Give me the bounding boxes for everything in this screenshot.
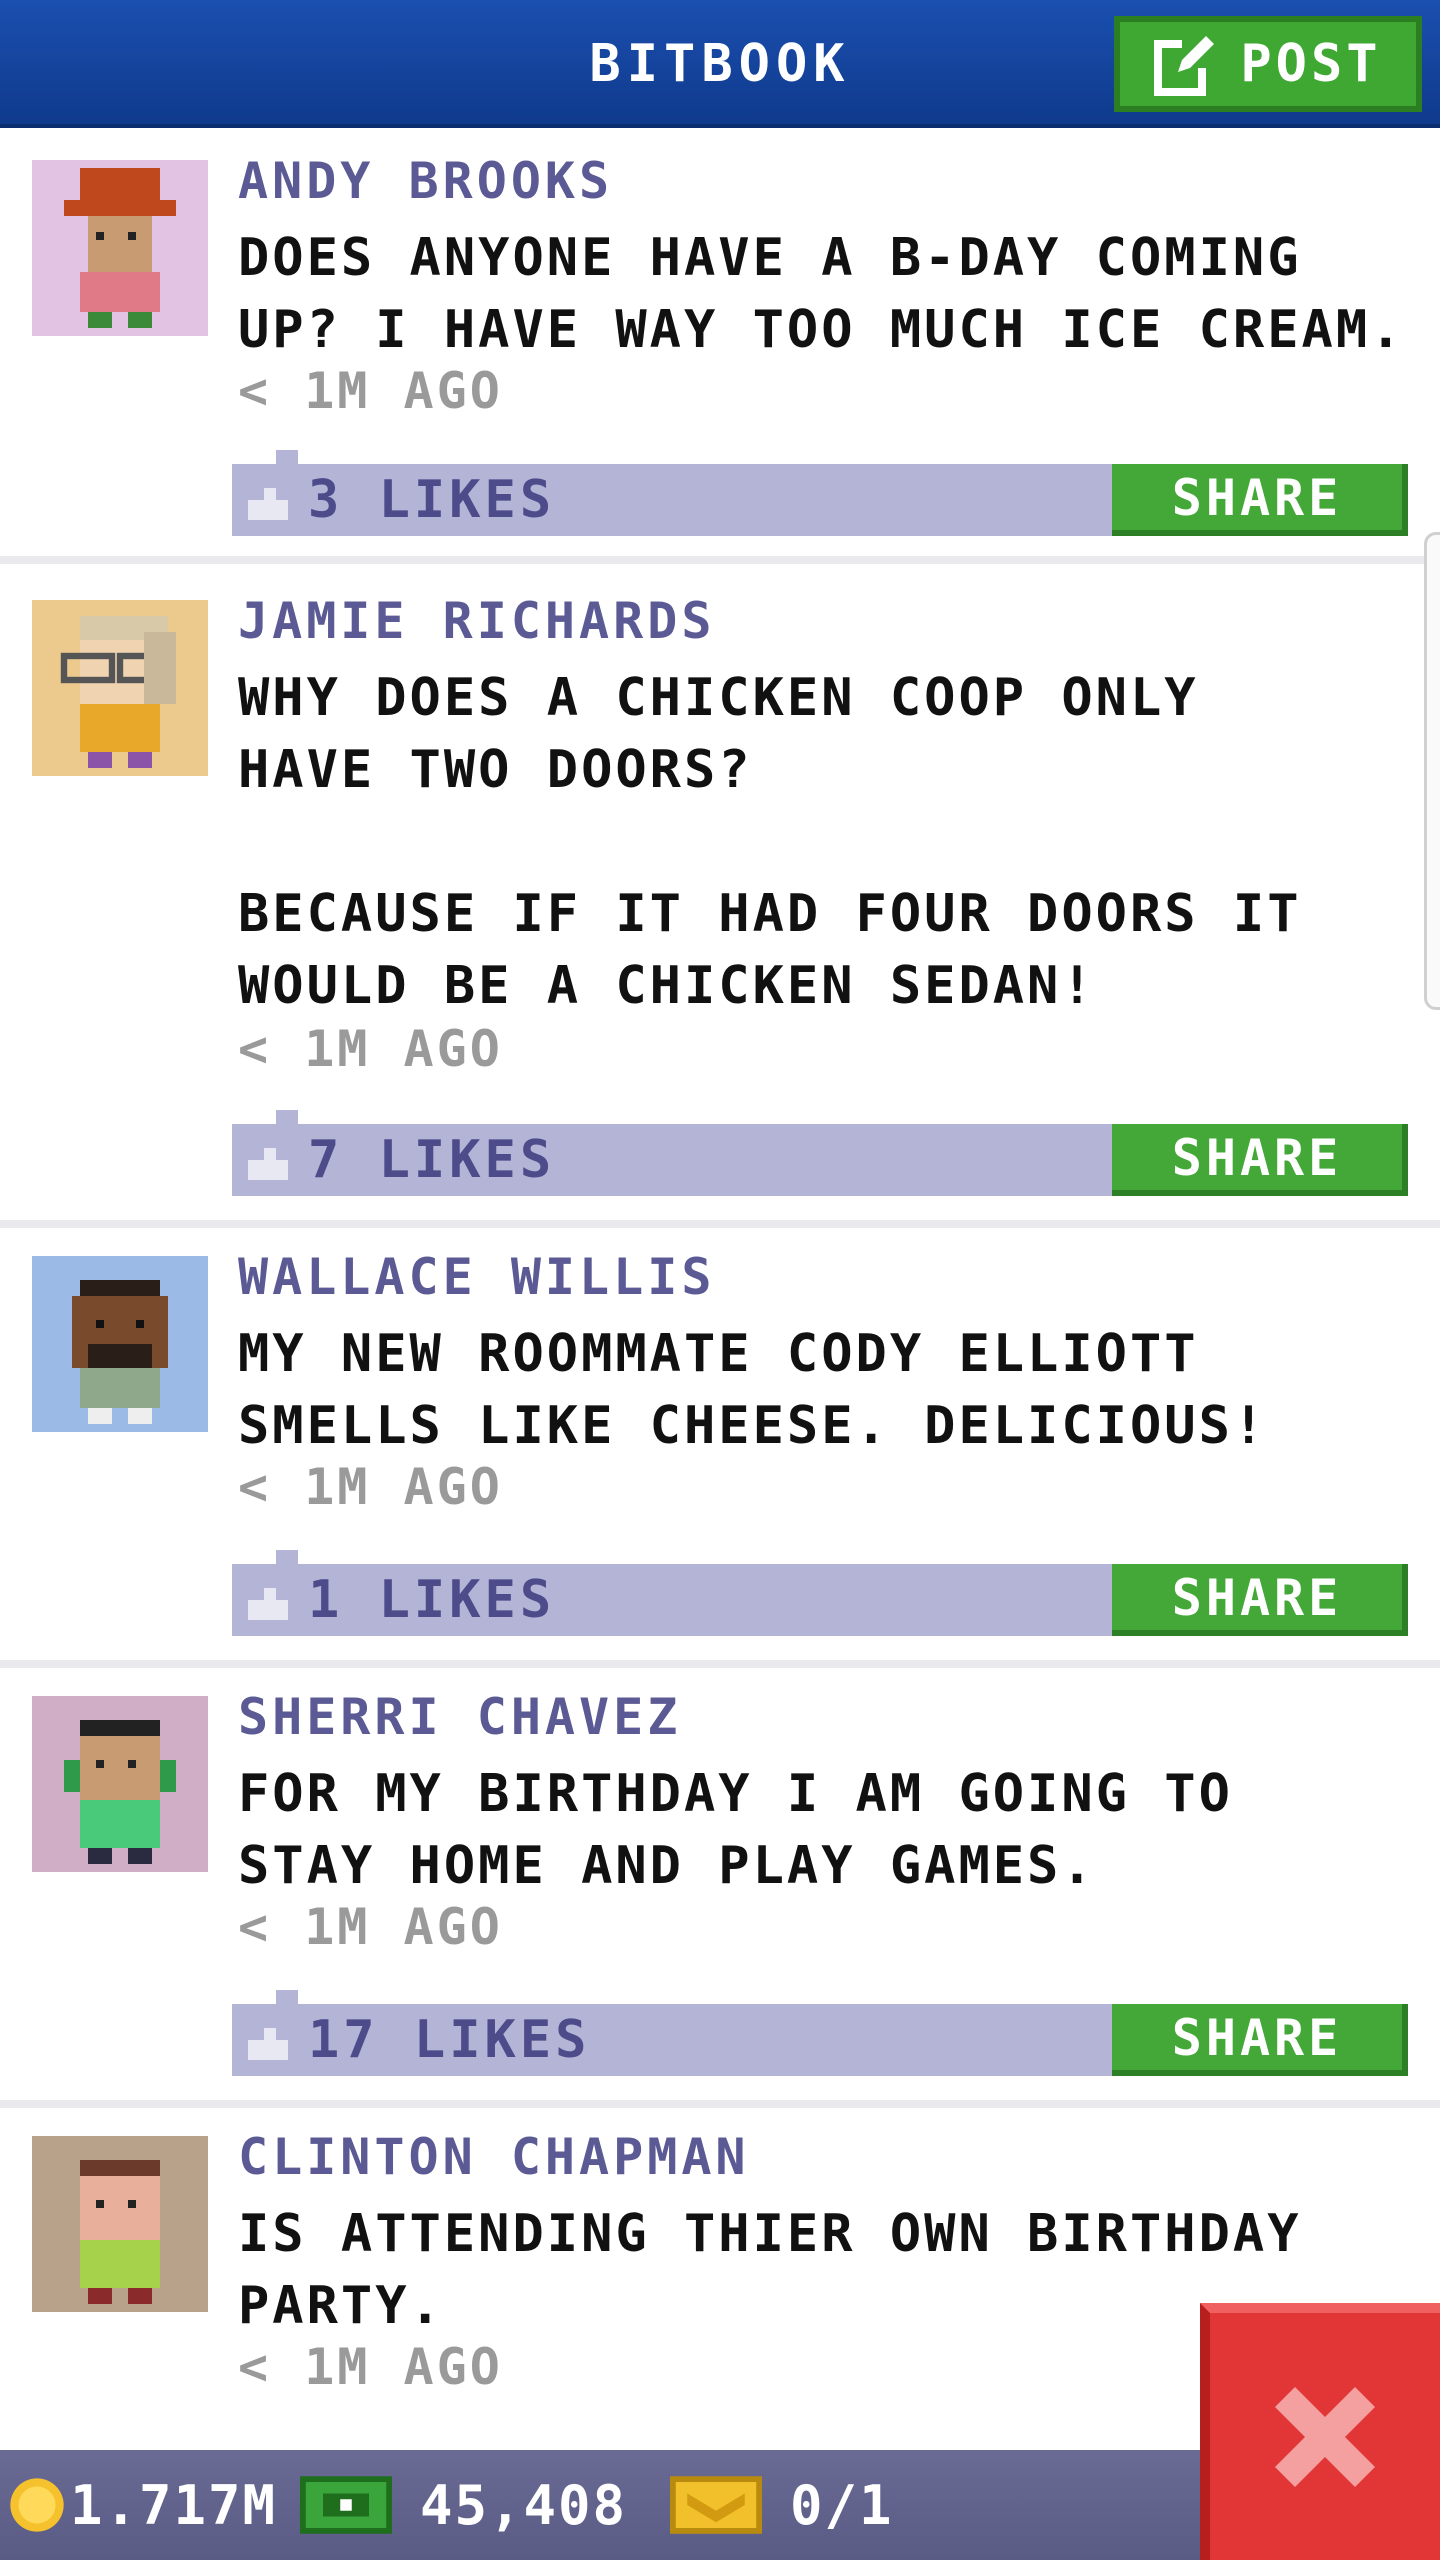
avatar[interactable]: [32, 160, 208, 336]
likes-bar: 1 LIKES SHARE: [232, 1550, 1408, 1636]
share-button[interactable]: SHARE: [1112, 1124, 1408, 1196]
bux-display: 45,408: [300, 2450, 627, 2560]
post-button[interactable]: POST: [1114, 16, 1422, 112]
post-author[interactable]: CLINTON CHAPMAN: [238, 2128, 750, 2186]
post-time: < 1M AGO: [238, 1898, 503, 1956]
avatar[interactable]: [32, 1696, 208, 1872]
avatar-andy-brooks: [32, 160, 208, 336]
post-item: ANDY BROOKS DOES ANYONE HAVE A B-DAY COM…: [0, 132, 1440, 564]
likes-count: 17 LIKES: [308, 2010, 591, 2070]
post-item: SHERRI CHAVEZ FOR MY BIRTHDAY I AM GOING…: [0, 1668, 1440, 2108]
thumbs-up-icon[interactable]: [244, 2024, 292, 2060]
avatar-jamie-richards: [32, 600, 208, 776]
likes-count: 1 LIKES: [308, 1570, 556, 1630]
post-author[interactable]: SHERRI CHAVEZ: [238, 1688, 681, 1746]
avatar-wallace-willis: [32, 1256, 208, 1432]
post-message: DOES ANYONE HAVE A B-DAY COMING UP? I HA…: [238, 228, 1405, 360]
coins-display: 1.717M: [8, 2450, 277, 2560]
thumbs-up-icon[interactable]: [244, 484, 292, 520]
post-message: WHY DOES A CHICKEN COOP ONLY HAVE TWO DO…: [238, 668, 1302, 1016]
thumbs-up-icon[interactable]: [244, 1584, 292, 1620]
coin-icon: [10, 2478, 64, 2532]
post-time: < 1M AGO: [238, 362, 503, 420]
post-message: FOR MY BIRTHDAY I AM GOING TO STAY HOME …: [238, 1764, 1233, 1896]
likes-bar: 17 LIKES SHARE: [232, 1990, 1408, 2076]
post-message: MY NEW ROOMMATE CODY ELLIOTT SMELLS LIKE…: [238, 1324, 1268, 1456]
post-author[interactable]: ANDY BROOKS: [238, 152, 613, 210]
likes-bar: 3 LIKES SHARE: [232, 450, 1408, 536]
likes-bar-tab: [276, 450, 298, 464]
edit-icon: [1154, 32, 1218, 96]
post-author[interactable]: WALLACE WILLIS: [238, 1248, 715, 1306]
post-button-label: POST: [1240, 34, 1382, 94]
likes-bar-tab: [276, 1110, 298, 1124]
bux-icon: [300, 2476, 392, 2534]
post-time: < 1M AGO: [238, 2338, 503, 2396]
post-item: WALLACE WILLIS MY NEW ROOMMATE CODY ELLI…: [0, 1228, 1440, 1668]
avatar[interactable]: [32, 2136, 208, 2312]
scroll-indicator[interactable]: [1424, 532, 1440, 1010]
post-item: JAMIE RICHARDS WHY DOES A CHICKEN COOP O…: [0, 572, 1440, 1228]
post-time: < 1M AGO: [238, 1458, 503, 1516]
coins-value: 1.717M: [70, 2473, 278, 2537]
close-button[interactable]: [1200, 2303, 1440, 2560]
likes-bar-tab: [276, 1990, 298, 2004]
close-icon: [1275, 2386, 1375, 2487]
tickets-display: 0/1: [670, 2450, 894, 2560]
share-button[interactable]: SHARE: [1112, 464, 1408, 536]
avatar[interactable]: [32, 600, 208, 776]
feed[interactable]: ANDY BROOKS DOES ANYONE HAVE A B-DAY COM…: [0, 132, 1440, 2450]
avatar-sherri-chavez: [32, 1696, 208, 1872]
share-button[interactable]: SHARE: [1112, 1564, 1408, 1636]
ticket-icon: [670, 2476, 762, 2534]
likes-bar: 7 LIKES SHARE: [232, 1110, 1408, 1196]
top-bar: BITBOOK POST: [0, 0, 1440, 128]
tickets-value: 0/1: [790, 2473, 894, 2537]
share-button[interactable]: SHARE: [1112, 2004, 1408, 2076]
likes-count: 7 LIKES: [308, 1130, 556, 1190]
post-time: < 1M AGO: [238, 1020, 503, 1078]
bux-value: 45,408: [420, 2473, 628, 2537]
avatar[interactable]: [32, 1256, 208, 1432]
likes-bar-tab: [276, 1550, 298, 1564]
post-author[interactable]: JAMIE RICHARDS: [238, 592, 715, 650]
likes-count: 3 LIKES: [308, 470, 556, 530]
avatar-clinton-chapman: [32, 2136, 208, 2312]
thumbs-up-icon[interactable]: [244, 1144, 292, 1180]
